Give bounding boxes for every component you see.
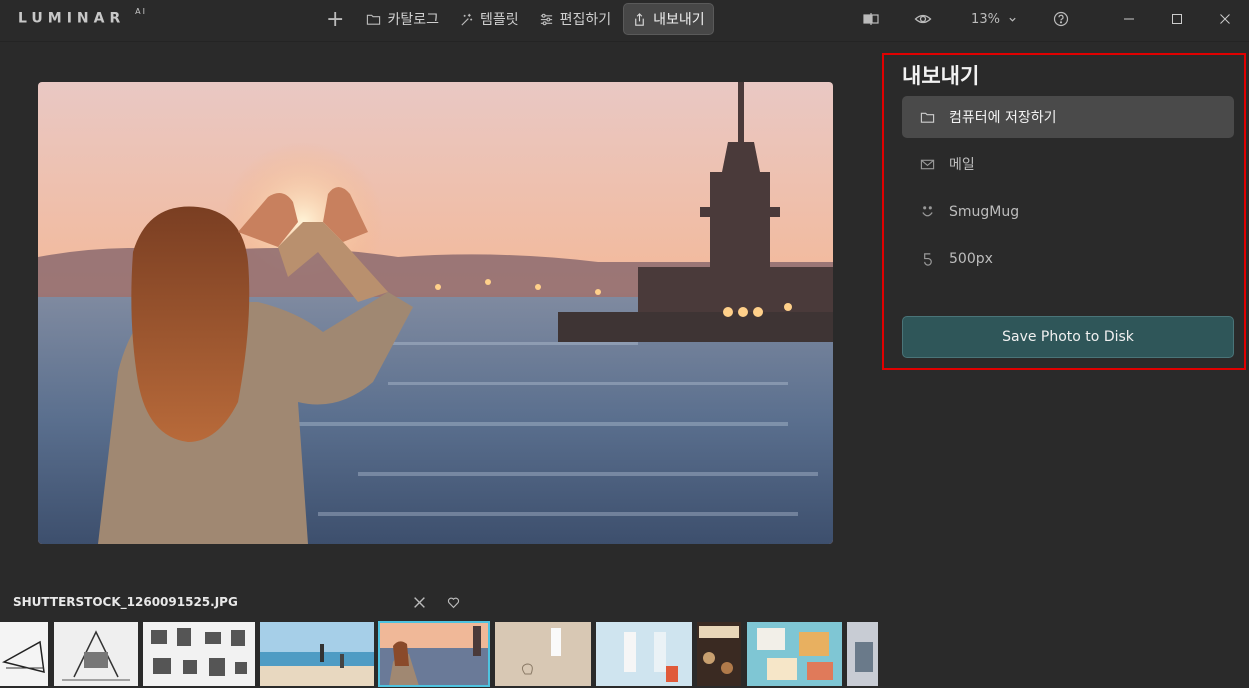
main-nav: + 카탈로그 템플릿 편집하기 내보내기 bbox=[316, 3, 714, 35]
smugmug-icon bbox=[922, 205, 933, 216]
favorite-button[interactable] bbox=[444, 593, 462, 611]
heart-icon bbox=[447, 597, 459, 608]
help-icon bbox=[1053, 11, 1069, 27]
folder-icon bbox=[367, 14, 381, 25]
sliders-icon bbox=[540, 13, 552, 25]
export-option-smugmug[interactable]: SmugMug bbox=[902, 191, 1234, 233]
share-icon bbox=[635, 12, 644, 26]
thumbnail-couple-walking[interactable] bbox=[596, 622, 692, 686]
thumbnail-coffee-sign[interactable] bbox=[697, 622, 741, 686]
photo-woman-heart-hands-sunset bbox=[38, 82, 833, 544]
save-photo-to-disk-button[interactable]: Save Photo to Disk bbox=[902, 316, 1234, 358]
zoom-dropdown[interactable]: 13% bbox=[964, 12, 1024, 27]
close-button[interactable] bbox=[1201, 0, 1249, 38]
mail-icon bbox=[920, 159, 935, 169]
minimize-icon bbox=[1124, 18, 1134, 20]
tab-export[interactable]: 내보내기 bbox=[623, 3, 714, 35]
compare-icon bbox=[863, 13, 879, 25]
thumbnail-sand-heart[interactable] bbox=[495, 622, 591, 686]
header-divider bbox=[0, 41, 1249, 42]
top-bar: LUMINAR AI + 카탈로그 템플릿 편집하기 내보내기 13% bbox=[0, 0, 1249, 38]
export-panel: 내보내기 컴퓨터에 저장하기 메일 SmugMug 500px Save Pho… bbox=[882, 53, 1246, 370]
thumbnail-heart-sunset[interactable] bbox=[378, 621, 490, 687]
tab-templates[interactable]: 템플릿 bbox=[451, 3, 527, 35]
app-logo: LUMINAR AI bbox=[18, 7, 147, 27]
close-icon bbox=[413, 596, 425, 608]
thumbnail-partial[interactable] bbox=[847, 622, 878, 686]
export-option-save-to-computer[interactable]: 컴퓨터에 저장하기 bbox=[902, 96, 1234, 138]
export-option-mail[interactable]: 메일 bbox=[902, 143, 1234, 185]
minimize-button[interactable] bbox=[1105, 0, 1153, 38]
tab-catalog[interactable]: 카탈로그 bbox=[358, 3, 447, 35]
help-button[interactable] bbox=[1046, 10, 1076, 28]
panel-title: 내보내기 bbox=[902, 64, 980, 88]
compare-view-button[interactable] bbox=[856, 10, 886, 28]
maximize-button[interactable] bbox=[1153, 0, 1201, 38]
500px-icon bbox=[924, 252, 932, 266]
view-tools: 13% bbox=[856, 5, 1076, 33]
export-option-500px[interactable]: 500px bbox=[902, 238, 1234, 280]
thumbnail-engraving-1[interactable] bbox=[0, 622, 48, 686]
preview-toggle[interactable] bbox=[908, 10, 938, 28]
close-icon bbox=[1220, 14, 1230, 24]
reject-button[interactable] bbox=[410, 593, 428, 611]
thumbnail-engraving-2[interactable] bbox=[54, 622, 138, 686]
main-photo[interactable] bbox=[38, 82, 833, 544]
chevron-down-icon bbox=[1009, 17, 1016, 22]
current-filename: SHUTTERSTOCK_1260091525.JPG bbox=[13, 595, 238, 609]
magic-wand-icon bbox=[461, 13, 473, 26]
eye-icon bbox=[914, 14, 932, 24]
add-photos-button[interactable]: + bbox=[316, 3, 354, 35]
thumbnail-travel-flatlay[interactable] bbox=[747, 622, 842, 686]
thumbnail-engraving-3[interactable] bbox=[143, 622, 255, 686]
thumbnail-beach-family[interactable] bbox=[260, 622, 374, 686]
maximize-icon bbox=[1172, 14, 1182, 24]
tab-edit[interactable]: 편집하기 bbox=[531, 3, 620, 35]
window-controls bbox=[1105, 0, 1249, 38]
folder-icon bbox=[920, 112, 935, 123]
zoom-level: 13% bbox=[971, 11, 1000, 27]
